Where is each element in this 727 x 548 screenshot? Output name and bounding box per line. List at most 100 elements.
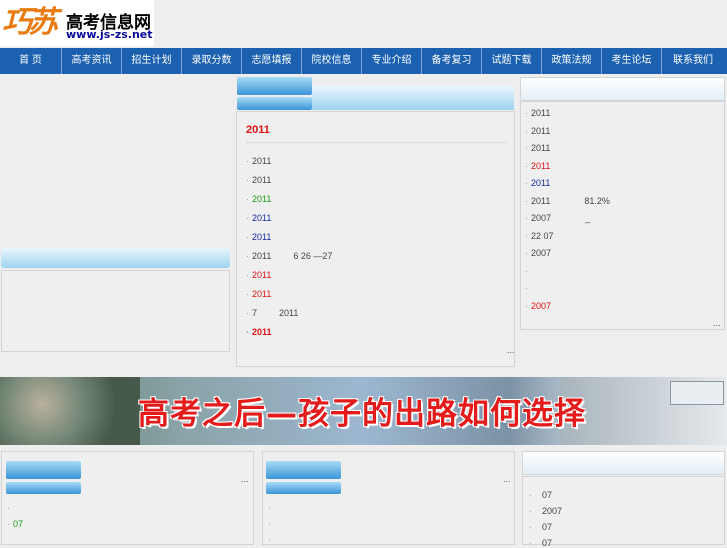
list-item-text: 2011 bbox=[252, 232, 272, 242]
bottom-middle-more-link[interactable]: ... bbox=[503, 474, 511, 484]
list-item[interactable]: · bbox=[268, 535, 274, 545]
list-item[interactable]: · 2011 bbox=[525, 126, 550, 136]
list-item-extra: 6 26 —27 bbox=[293, 251, 333, 261]
bullet-icon: · bbox=[525, 143, 528, 153]
bottom-left-panel: ... · · 07 bbox=[1, 451, 254, 545]
list-item-text: 22 07 bbox=[531, 230, 554, 241]
list-item[interactable]: · bbox=[268, 519, 274, 529]
list-item[interactable]: · 2011 bbox=[246, 270, 271, 280]
bottom-right-header bbox=[522, 451, 725, 475]
promo-banner[interactable]: 高考之后—孩子的出路如何选择 bbox=[0, 377, 727, 445]
bullet-icon: · bbox=[246, 175, 249, 185]
list-item[interactable]: · bbox=[268, 503, 274, 513]
list-item[interactable]: · bbox=[7, 503, 13, 513]
bullet-icon: · bbox=[529, 490, 532, 500]
bottom-right-panel: · 07 · 2007 · 07 · 07 bbox=[522, 476, 725, 548]
list-item[interactable]: · 7 2011 bbox=[246, 308, 298, 318]
list-item[interactable]: · 2011 bbox=[246, 232, 271, 242]
list-item[interactable]: · 2011 bbox=[525, 178, 550, 188]
list-item-text: 7 bbox=[252, 308, 258, 318]
bullet-icon: · bbox=[525, 230, 528, 241]
main-nav: 首 页 高考资讯 招生计划 录取分数 志愿填报 院校信息 专业介绍 备考复习 试… bbox=[0, 48, 727, 74]
list-item[interactable]: · 2011 bbox=[246, 289, 271, 299]
bullet-icon: · bbox=[268, 519, 271, 529]
list-item[interactable]: · 07 bbox=[529, 522, 552, 532]
center-tab-2[interactable] bbox=[237, 97, 312, 110]
list-item-text: 2011 bbox=[252, 175, 272, 185]
nav-item-7[interactable]: 专业介绍 bbox=[362, 48, 422, 74]
list-item[interactable]: · 2011 bbox=[525, 143, 550, 153]
list-item[interactable]: · 2011 bbox=[246, 194, 271, 204]
nav-item-8[interactable]: 备考复习 bbox=[422, 48, 482, 74]
list-item[interactable]: · 2007 _ bbox=[525, 213, 590, 223]
list-item[interactable]: · 07 bbox=[529, 490, 552, 500]
bullet-icon: · bbox=[529, 538, 532, 548]
nav-item-11[interactable]: 考生论坛 bbox=[602, 48, 662, 74]
list-item[interactable]: · 2011 81.2% bbox=[525, 196, 610, 206]
bullet-icon: · bbox=[246, 270, 249, 280]
logo-url: www.js-zs.net bbox=[66, 28, 153, 41]
center-tab-1[interactable] bbox=[237, 77, 312, 95]
left-panel-header bbox=[1, 248, 230, 268]
list-item-extra: 81.2% bbox=[584, 195, 610, 206]
list-item-text: 2011 bbox=[531, 143, 551, 153]
list-item[interactable]: · 2011 bbox=[246, 156, 271, 166]
center-panel: 2011 · 2011 · 2011 · 2011 · 2011 · 2011 · 2011 6 26 … bbox=[236, 111, 515, 367]
bottom-middle-tab-1[interactable] bbox=[266, 461, 341, 479]
bullet-icon: · bbox=[246, 213, 249, 223]
nav-item-3[interactable]: 招生计划 bbox=[122, 48, 182, 74]
bottom-middle-tab-2[interactable] bbox=[266, 482, 341, 494]
list-item[interactable]: · 07 bbox=[529, 538, 552, 548]
bottom-left-tab-2[interactable] bbox=[6, 482, 81, 494]
list-item[interactable]: · 2011 6 26 —27 bbox=[246, 251, 332, 261]
bullet-icon: · bbox=[7, 519, 10, 529]
list-item[interactable]: · 2007 bbox=[529, 506, 562, 516]
list-item-text: 2011 bbox=[252, 156, 272, 166]
list-item[interactable]: · 2011 bbox=[246, 213, 271, 223]
bullet-icon: · bbox=[525, 178, 528, 188]
list-item[interactable]: · 2011 bbox=[246, 175, 271, 185]
list-item[interactable]: · 2007 bbox=[525, 248, 551, 258]
list-item-text: 2011 bbox=[531, 195, 551, 206]
bullet-icon: · bbox=[525, 248, 528, 258]
center-more-link[interactable]: ... bbox=[507, 345, 515, 355]
center-headline[interactable]: 2011 bbox=[246, 124, 270, 136]
list-item-text: 2007 bbox=[531, 213, 552, 223]
bullet-icon: · bbox=[525, 265, 528, 276]
bullet-icon: · bbox=[246, 327, 249, 337]
list-item[interactable]: · bbox=[525, 266, 531, 276]
right-more-link[interactable]: ... bbox=[713, 318, 721, 328]
bullet-icon: · bbox=[525, 213, 528, 223]
list-item[interactable]: · 2011 bbox=[525, 108, 550, 118]
list-item[interactable]: · 07 bbox=[7, 519, 23, 529]
bottom-middle-panel: ... · · · bbox=[262, 451, 515, 545]
logo-glyph: 巧苏 bbox=[2, 5, 58, 40]
nav-item-2[interactable]: 高考资讯 bbox=[62, 48, 122, 74]
list-item[interactable]: · 22 07 bbox=[525, 231, 554, 241]
bullet-icon: · bbox=[525, 195, 528, 206]
bullet-icon: · bbox=[525, 160, 528, 171]
nav-item-12[interactable]: 联系我们 bbox=[662, 48, 724, 74]
bullet-icon: · bbox=[268, 535, 271, 545]
bullet-icon: · bbox=[246, 308, 249, 318]
list-item[interactable]: · 2011 bbox=[525, 161, 550, 171]
list-item-text: 2011 bbox=[531, 160, 551, 171]
nav-item-10[interactable]: 政策法规 bbox=[542, 48, 602, 74]
nav-item-6[interactable]: 院校信息 bbox=[302, 48, 362, 74]
nav-item-9[interactable]: 试题下载 bbox=[482, 48, 542, 74]
bullet-icon: · bbox=[7, 503, 10, 513]
right-panel: · 2011 · 2011 · 2011 · 2011 · 2011 · 2011 81.2% · 2007… bbox=[520, 101, 725, 330]
bullet-icon: · bbox=[525, 300, 528, 311]
nav-item-home[interactable]: 首 页 bbox=[0, 48, 62, 74]
list-item-text: 2011 bbox=[531, 125, 551, 136]
site-logo[interactable]: 巧苏 高考信息网 www.js-zs.net bbox=[0, 0, 154, 46]
bottom-left-tab-1[interactable] bbox=[6, 461, 81, 479]
bullet-icon: · bbox=[529, 522, 532, 532]
list-item-text: 2011 bbox=[252, 213, 272, 223]
bottom-left-more-link[interactable]: ... bbox=[241, 474, 249, 484]
nav-item-5[interactable]: 志愿填报 bbox=[242, 48, 302, 74]
nav-item-4[interactable]: 录取分数 bbox=[182, 48, 242, 74]
list-item[interactable]: · bbox=[525, 283, 531, 293]
list-item[interactable]: · 2011 bbox=[246, 327, 272, 337]
list-item[interactable]: · 2007 bbox=[525, 301, 551, 311]
